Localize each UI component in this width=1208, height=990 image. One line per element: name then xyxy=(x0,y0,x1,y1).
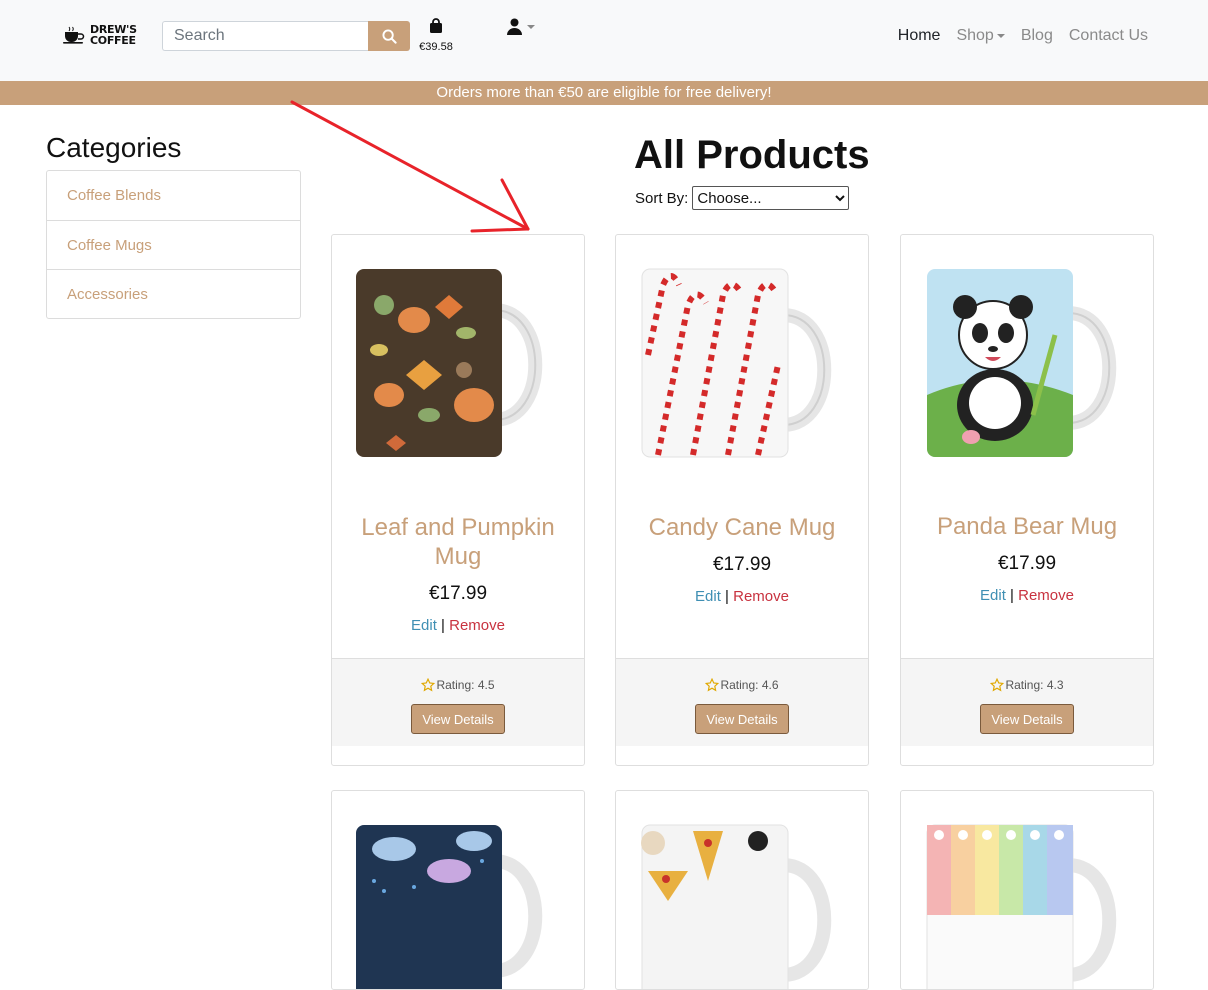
star-icon xyxy=(990,678,1005,692)
sort-label: Sort By: xyxy=(635,189,689,207)
remove-link[interactable]: Remove xyxy=(733,588,789,605)
search-button[interactable] xyxy=(368,21,410,51)
product-card xyxy=(615,790,869,990)
rating-text: Rating: 4.6 xyxy=(720,678,779,692)
separator: | xyxy=(1010,587,1014,604)
product-price: €17.99 xyxy=(997,553,1057,574)
logo-line2: COFFEE xyxy=(90,34,136,47)
edit-link[interactable]: Edit xyxy=(695,588,721,605)
rating: Rating: 4.6 xyxy=(616,678,868,692)
product-actions: Edit | Remove xyxy=(901,587,1153,604)
view-details-button[interactable]: View Details xyxy=(411,704,505,734)
nav-contact[interactable]: Contact Us xyxy=(1069,27,1148,45)
rain-cloud-mug-image xyxy=(356,825,543,989)
nav-blog[interactable]: Blog xyxy=(1021,27,1053,45)
chevron-down-icon xyxy=(527,24,535,29)
chevron-down-icon xyxy=(996,34,1005,38)
rating: Rating: 4.5 xyxy=(332,678,584,692)
coffee-cup-icon xyxy=(63,26,85,44)
user-icon xyxy=(507,18,522,35)
remove-link[interactable]: Remove xyxy=(449,617,505,634)
cart-total: €39.58 xyxy=(419,41,453,53)
categories-heading: Categories xyxy=(46,132,182,163)
sort-select[interactable]: Choose... xyxy=(692,186,850,210)
sort-control: Sort By: Choose... xyxy=(635,186,850,210)
nav-shop-label: Shop xyxy=(956,27,994,44)
pizza-mug-image xyxy=(641,824,832,989)
leaf-pumpkin-mug-image xyxy=(356,269,543,457)
nav-home[interactable]: Home xyxy=(898,27,941,45)
rainbow-hearts-mug-image xyxy=(926,824,1117,989)
product-actions: Edit | Remove xyxy=(332,617,584,634)
product-card xyxy=(900,790,1154,990)
page-title: All Products xyxy=(634,133,870,177)
star-icon xyxy=(705,678,720,692)
panda-bear-mug-image xyxy=(927,269,1117,457)
product-name[interactable]: Candy Cane Mug xyxy=(616,513,868,542)
category-coffee-mugs[interactable]: Coffee Mugs xyxy=(47,220,300,269)
search-input[interactable] xyxy=(162,21,368,51)
edit-link[interactable]: Edit xyxy=(411,617,437,634)
star-icon xyxy=(421,678,436,692)
category-accessories[interactable]: Accessories xyxy=(47,269,300,318)
shopping-bag-icon xyxy=(430,18,442,33)
card-footer: Rating: 4.6 View Details xyxy=(616,658,868,746)
product-card: Candy Cane Mug €17.99 Edit | Remove Rati… xyxy=(615,234,869,766)
product-card: Panda Bear Mug €17.99 Edit | Remove Rati… xyxy=(900,234,1154,766)
product-card xyxy=(331,790,585,990)
logo-text: DREW'S COFFEE xyxy=(90,24,137,46)
search-form xyxy=(162,21,410,51)
card-footer: Rating: 4.5 View Details xyxy=(332,658,584,746)
categories-list: Coffee Blends Coffee Mugs Accessories xyxy=(46,170,301,319)
product-actions: Edit | Remove xyxy=(616,588,868,605)
free-delivery-banner: Orders more than €50 are eligible for fr… xyxy=(0,81,1208,105)
nav-shop[interactable]: Shop xyxy=(956,27,1005,45)
product-price: €17.99 xyxy=(428,583,488,604)
view-details-button[interactable]: View Details xyxy=(980,704,1074,734)
candy-cane-mug-image xyxy=(641,268,832,458)
product-name[interactable]: Panda Bear Mug xyxy=(901,512,1153,541)
separator: | xyxy=(441,617,445,634)
logo[interactable]: DREW'S COFFEE xyxy=(62,24,137,46)
product-card: Leaf and Pumpkin Mug €17.99 Edit | Remov… xyxy=(331,234,585,766)
product-name[interactable]: Leaf and Pumpkin Mug xyxy=(332,513,584,571)
category-coffee-blends[interactable]: Coffee Blends xyxy=(47,171,300,220)
separator: | xyxy=(725,588,729,605)
rating-text: Rating: 4.5 xyxy=(436,678,495,692)
view-details-button[interactable]: View Details xyxy=(695,704,789,734)
edit-link[interactable]: Edit xyxy=(980,587,1006,604)
account-dropdown[interactable] xyxy=(507,18,535,35)
cart[interactable]: €39.58 xyxy=(416,18,456,53)
product-price: €17.99 xyxy=(712,554,772,575)
rating-text: Rating: 4.3 xyxy=(1005,678,1064,692)
card-footer: Rating: 4.3 View Details xyxy=(901,658,1153,746)
remove-link[interactable]: Remove xyxy=(1018,587,1074,604)
rating: Rating: 4.3 xyxy=(901,678,1153,692)
navbar: DREW'S COFFEE €39.58 Home Shop xyxy=(0,0,1208,81)
search-icon xyxy=(381,28,397,44)
main-nav: Home Shop Blog Contact Us xyxy=(898,27,1148,45)
